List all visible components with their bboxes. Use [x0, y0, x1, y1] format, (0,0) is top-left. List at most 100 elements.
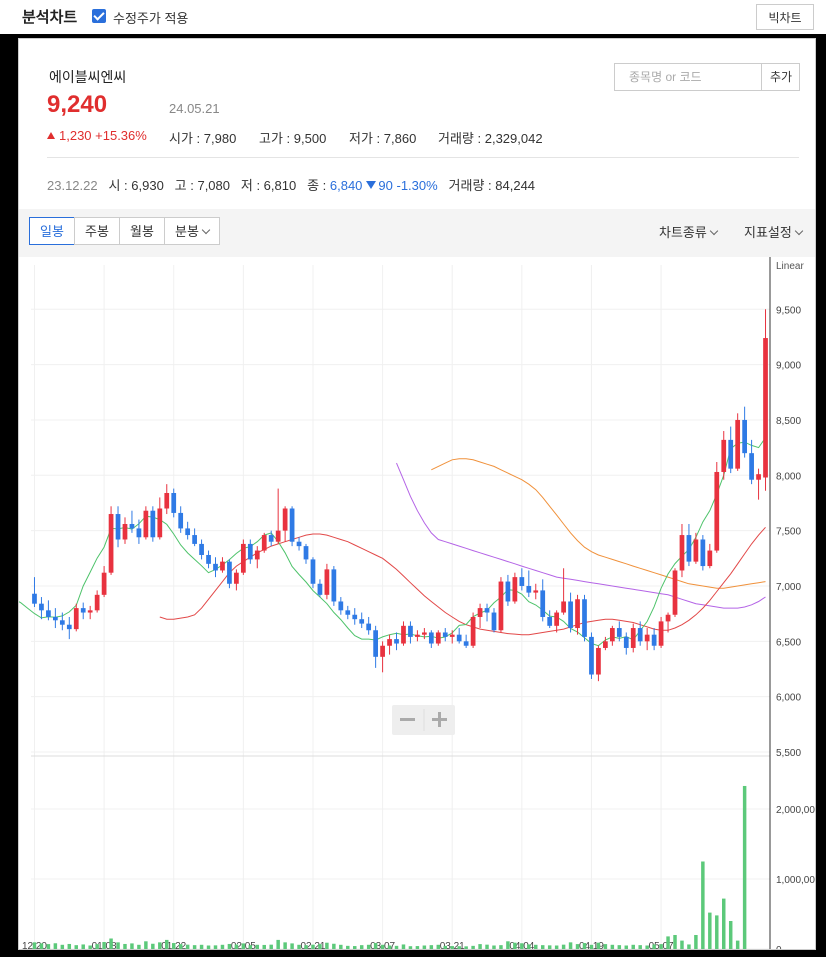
- volume-bar: [151, 943, 155, 949]
- prev-volume: 84,244: [495, 178, 536, 193]
- up-arrow-icon: [47, 132, 55, 139]
- candle-body: [234, 572, 239, 584]
- volume-bar: [547, 945, 552, 949]
- volume-bar: [185, 944, 190, 949]
- candle-body: [366, 623, 372, 631]
- volume-bar: [67, 943, 72, 949]
- volume-bar: [429, 945, 434, 949]
- volume-bar: [60, 944, 65, 949]
- volume-bar: [255, 944, 260, 949]
- indicator-settings-dropdown[interactable]: 지표설정: [744, 222, 804, 241]
- bigchart-button[interactable]: 빅차트: [756, 4, 814, 30]
- volume-bar: [227, 943, 232, 949]
- price-tick-label: 9,000: [776, 361, 801, 372]
- prev-open-label: 시: [108, 178, 121, 193]
- volume-bar: [366, 944, 371, 949]
- candle-body: [498, 581, 504, 631]
- adjusted-price-checkbox[interactable]: [92, 9, 106, 23]
- prev-close: 6,840: [329, 178, 363, 193]
- volume-bar: [415, 946, 420, 949]
- candle-body: [143, 510, 149, 538]
- candle-body: [373, 630, 378, 657]
- volume-bar: [652, 944, 656, 949]
- prev-volume-label: 거래량: [448, 178, 485, 193]
- candle-body: [756, 474, 761, 480]
- volume-bar: [311, 944, 315, 949]
- price-tick-label: 7,000: [776, 582, 801, 593]
- adjusted-price-label[interactable]: 수정주가 적용: [113, 8, 188, 27]
- volume-bar: [178, 944, 183, 949]
- stock-search-input[interactable]: [615, 64, 761, 90]
- candle-body: [192, 535, 197, 544]
- candle-body: [637, 628, 643, 642]
- candle-body: [80, 608, 86, 613]
- candle-body: [749, 453, 754, 480]
- zoom-control: [392, 705, 455, 735]
- volume-bar: [728, 921, 733, 949]
- candle-body: [616, 628, 622, 637]
- tab-monthly[interactable]: 월봉: [119, 217, 165, 245]
- volume-bar: [499, 945, 503, 949]
- candle-body: [122, 523, 128, 540]
- tab-weekly[interactable]: 주봉: [74, 217, 120, 245]
- volume-bar: [701, 861, 705, 949]
- candle-body: [721, 439, 727, 472]
- candle-body: [435, 632, 441, 644]
- candle-body: [220, 561, 225, 571]
- candle-body: [623, 636, 629, 648]
- tab-daily[interactable]: 일봉: [29, 217, 75, 245]
- candle-body: [707, 550, 713, 567]
- volume-bar: [102, 942, 106, 949]
- candle-body: [596, 647, 601, 675]
- candle-body: [533, 590, 539, 593]
- volume-bar: [687, 944, 691, 949]
- candle-body: [428, 632, 434, 644]
- volume-tick-label: 2,000,000: [776, 805, 816, 816]
- candle-body: [115, 514, 121, 540]
- candle-body: [693, 539, 699, 562]
- current-price: 9,240: [47, 91, 108, 118]
- stock-chart[interactable]: Linear 9,500 9,000 8,500 8,000 7,500 7,000 6,50…: [19, 257, 816, 950]
- volume-bar: [527, 944, 531, 949]
- candle-body: [66, 624, 72, 630]
- volume-tick-label: 1,000,000: [776, 875, 816, 886]
- candle-body: [644, 634, 650, 642]
- candle-body: [261, 535, 267, 551]
- add-stock-button[interactable]: 추가: [761, 64, 800, 90]
- previous-day-info: 23.12.22 시 : 6,930 고 : 7,080 저 : 6,810 종…: [47, 178, 536, 193]
- volume-bar: [192, 945, 197, 949]
- candle-body: [157, 508, 163, 538]
- candle-body: [561, 601, 566, 613]
- tab-minute[interactable]: 분봉: [164, 217, 220, 245]
- volume-value: 2,329,042: [484, 131, 543, 146]
- volume-bar: [408, 946, 413, 949]
- volume-bar: [158, 942, 162, 949]
- prev-change: 90 -1.30%: [378, 178, 438, 193]
- volume-bar: [339, 944, 343, 949]
- candle-body: [505, 581, 511, 602]
- chart-toolbar: 일봉 주봉 월봉 분봉 차트종류 지표설정: [19, 209, 815, 257]
- volume-bar: [443, 945, 447, 949]
- volume-bar: [234, 944, 239, 949]
- chart-panel: 에이블씨엔씨 9,240 24.05.21 1,230 +15.36% 시가 :…: [18, 38, 816, 950]
- candle-body: [679, 535, 685, 571]
- candle-body: [422, 632, 427, 635]
- candle-body: [164, 493, 170, 509]
- candle-body: [394, 639, 399, 644]
- volume-bar: [373, 943, 378, 949]
- zoom-out-icon[interactable]: [400, 718, 415, 721]
- candle-body: [136, 528, 142, 538]
- volume-bar: [137, 944, 141, 949]
- volume-bar: [332, 943, 336, 949]
- candle-body: [449, 634, 455, 637]
- candle-body: [213, 563, 218, 571]
- candle-body: [352, 614, 358, 620]
- chart-type-dropdown[interactable]: 차트종류: [659, 222, 719, 241]
- volume-bar: [32, 942, 37, 949]
- volume-bar: [130, 943, 134, 949]
- volume-bar: [506, 941, 510, 949]
- volume-bar: [269, 944, 273, 949]
- candle-body: [742, 419, 747, 454]
- chart-type-label: 차트종류: [659, 225, 707, 240]
- candle-body: [714, 471, 720, 551]
